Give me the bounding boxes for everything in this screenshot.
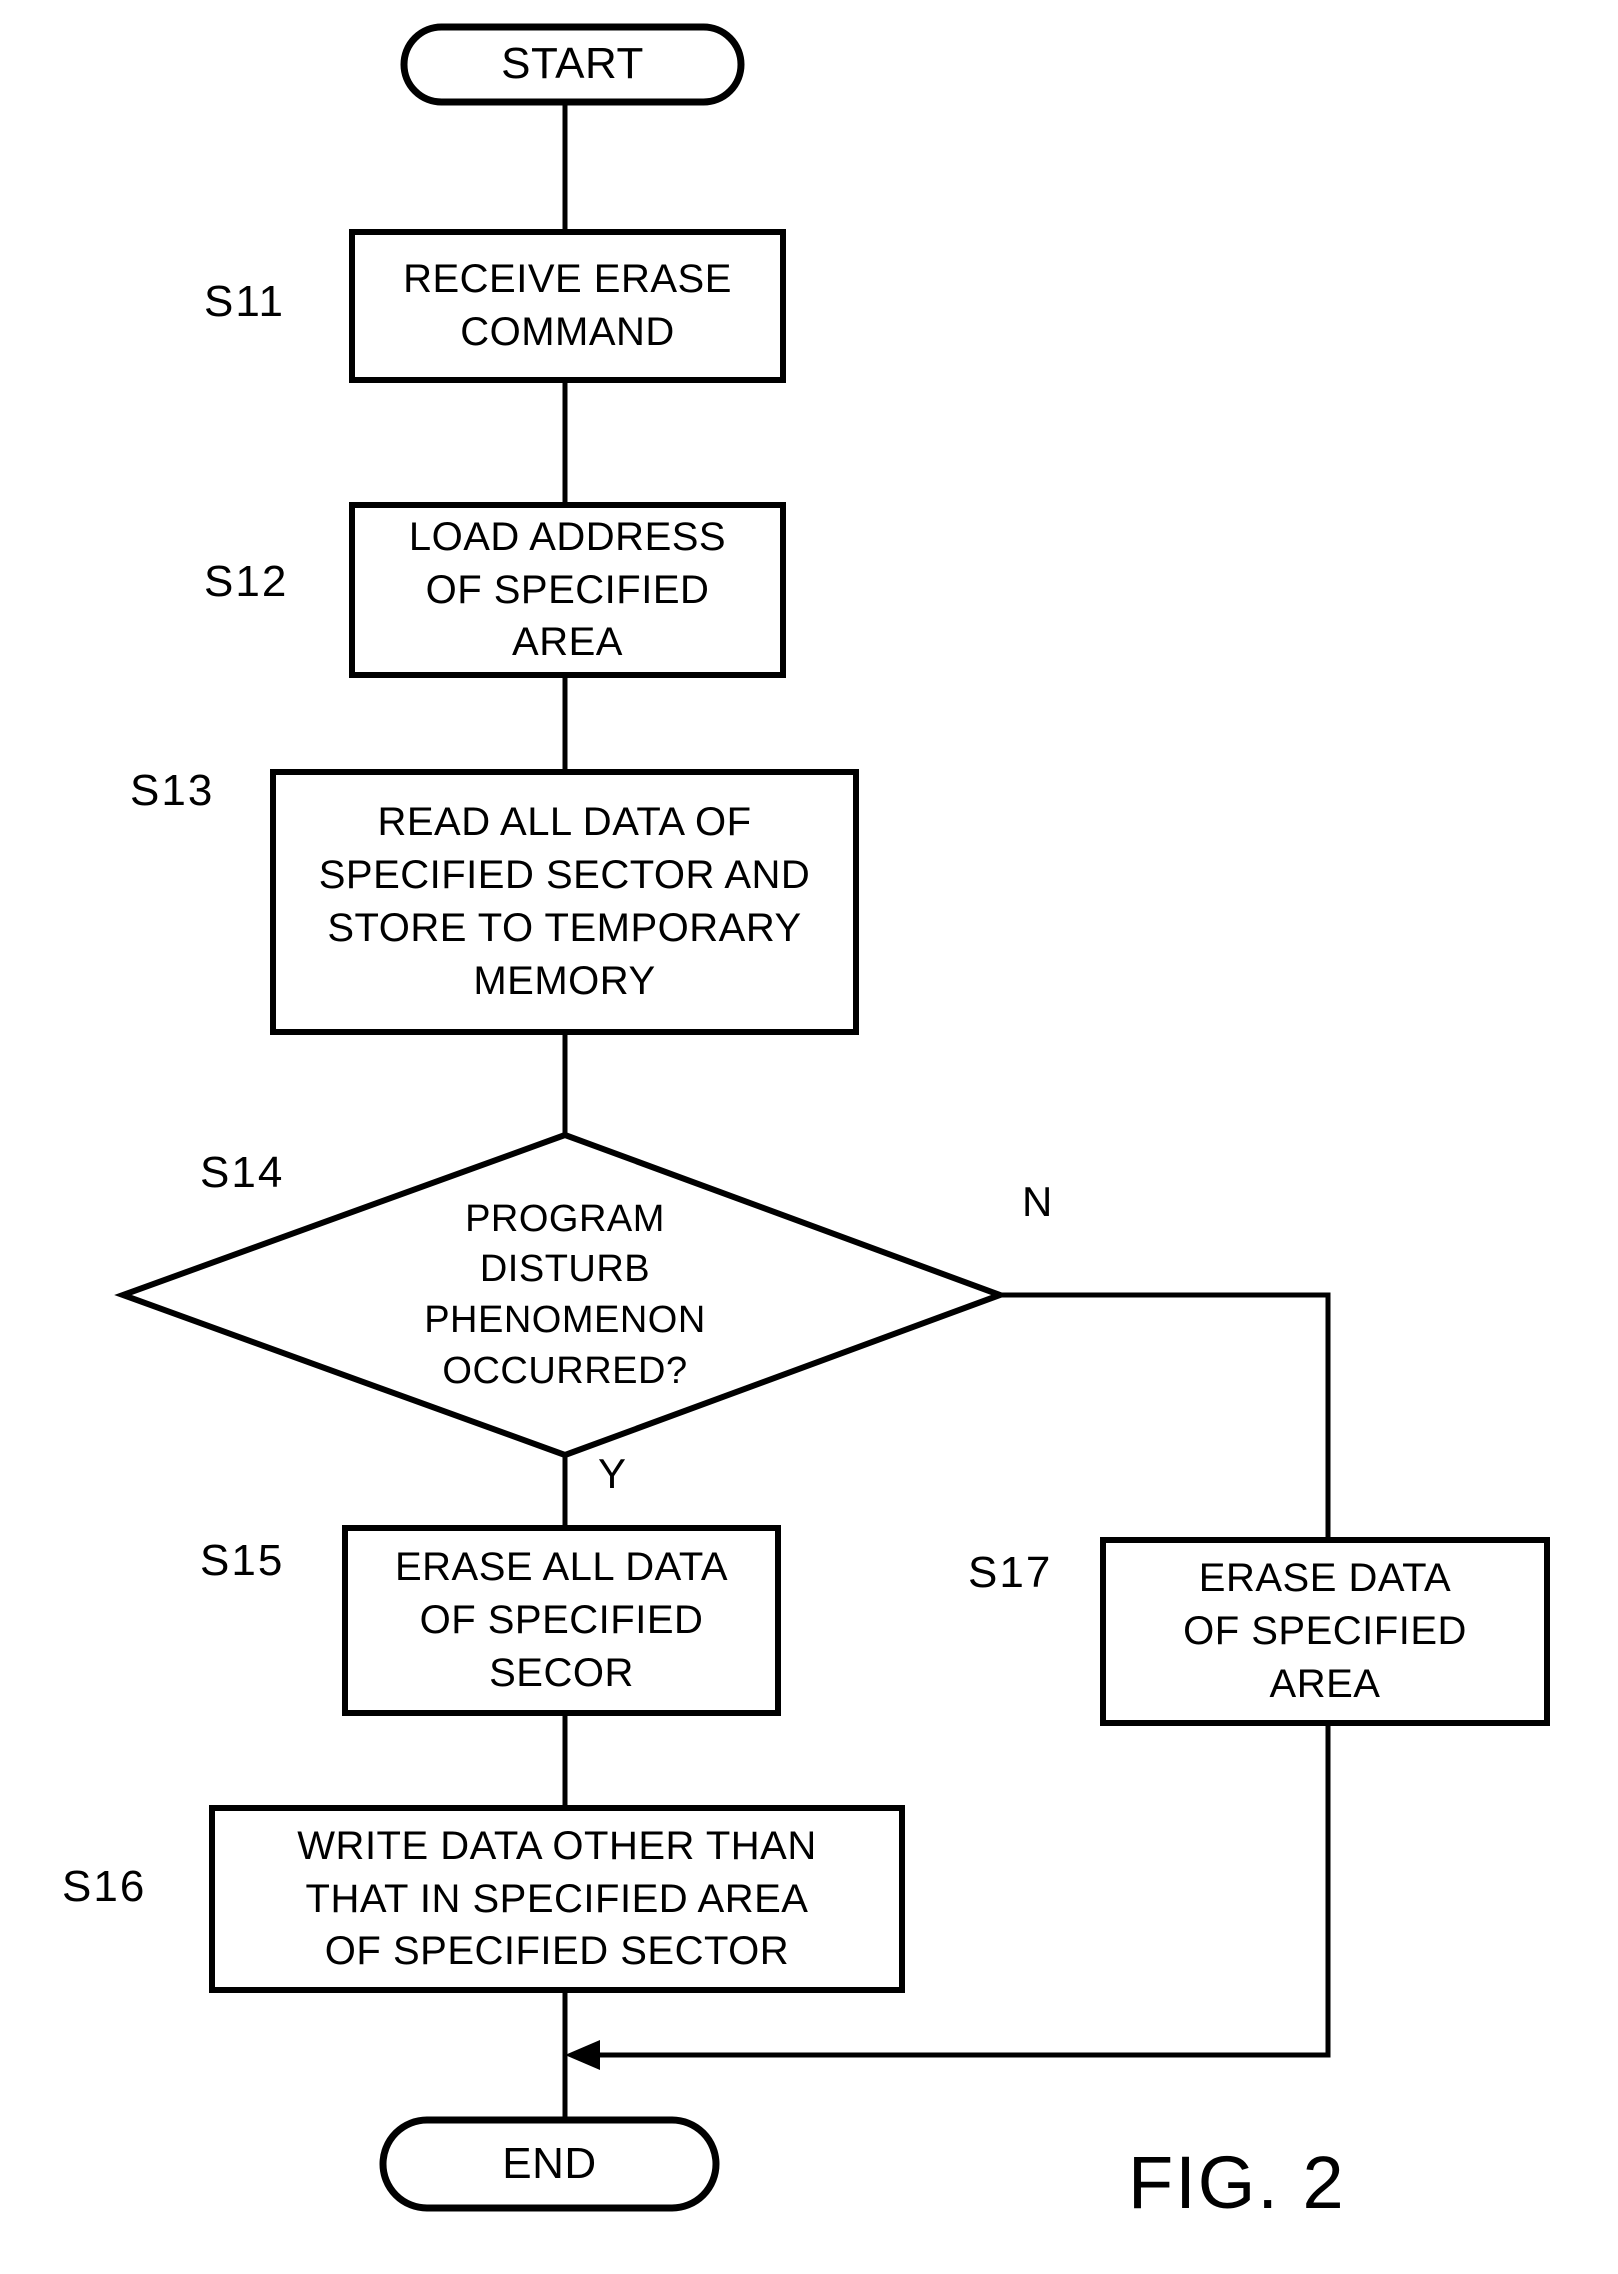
s15-box-shape — [342, 1525, 781, 1716]
end-terminal-shape — [379, 2116, 720, 2212]
step-label-s16: S16 — [62, 1862, 147, 1911]
start-terminal-shape — [400, 23, 745, 106]
branch-label-no: N — [1022, 1178, 1053, 1225]
s13-box-shape — [270, 769, 859, 1035]
figure-canvas: START S11 RECEIVE ERASE COMMAND S12 LOAD… — [0, 0, 1618, 2274]
step-label-s14: S14 — [200, 1148, 285, 1197]
step-label-s12: S12 — [204, 557, 289, 606]
s12-box-shape — [349, 502, 786, 678]
s16-box-shape — [209, 1805, 905, 1993]
connector-s14-no-to-s17 — [1000, 1292, 1331, 1540]
merge-arrowhead-icon — [565, 2040, 600, 2070]
figure-caption: FIG. 2 — [1128, 2141, 1346, 2224]
step-label-s13: S13 — [130, 766, 215, 815]
flowchart-graphics — [114, 23, 1550, 2212]
branch-label-yes: Y — [598, 1450, 627, 1497]
s11-box-shape — [349, 229, 786, 383]
s17-box-shape — [1100, 1537, 1550, 1726]
step-label-s11: S11 — [204, 277, 286, 326]
step-label-s17: S17 — [968, 1548, 1053, 1597]
step-label-s15: S15 — [200, 1536, 285, 1585]
